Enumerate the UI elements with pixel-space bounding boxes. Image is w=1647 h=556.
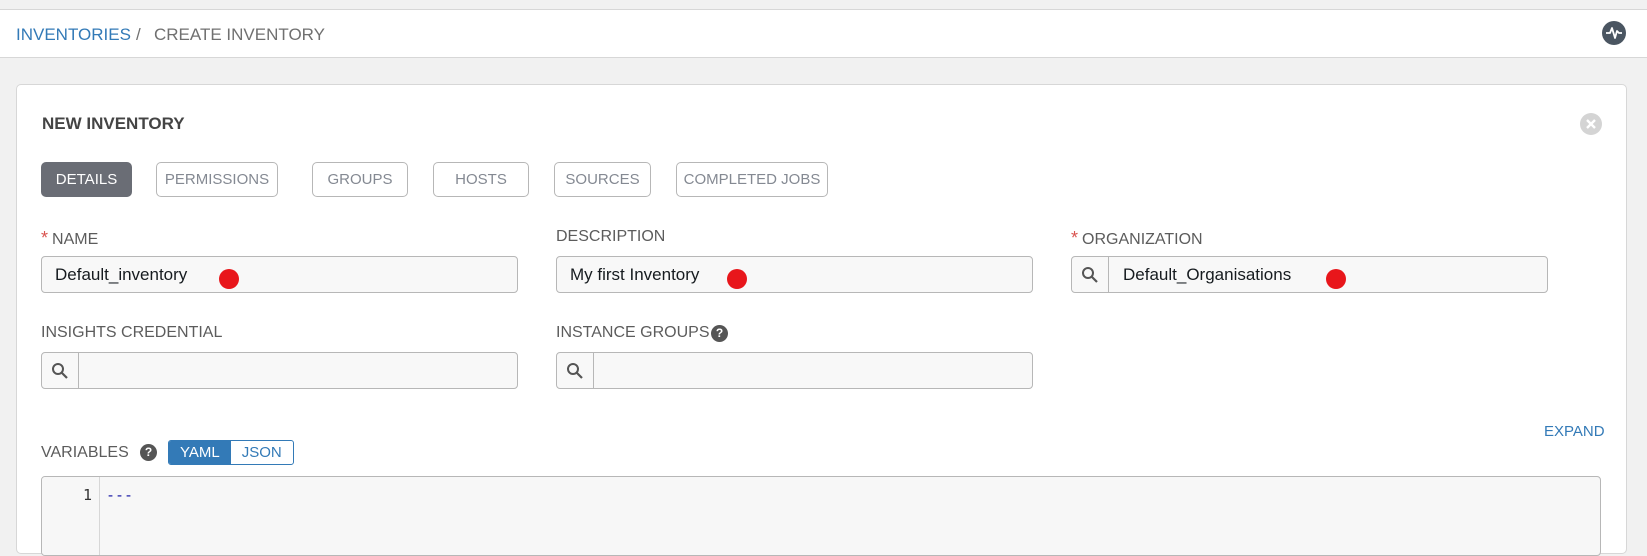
name-label-text: NAME: [52, 231, 99, 248]
tab-hosts[interactable]: HOSTS: [433, 162, 529, 197]
instance-groups-lookup-button[interactable]: [557, 353, 594, 388]
help-icon[interactable]: ?: [140, 444, 157, 461]
instance-groups-field[interactable]: [556, 352, 1033, 389]
organization-value: Default_Organisations: [1123, 265, 1292, 284]
organization-field[interactable]: Default_Organisations: [1071, 256, 1548, 293]
top-bar: INVENTORIES / CREATE INVENTORY: [0, 9, 1647, 58]
tab-groups[interactable]: GROUPS: [312, 162, 408, 197]
breadcrumb-current: CREATE INVENTORY: [154, 25, 325, 44]
variables-code-editor[interactable]: 1 ---: [41, 476, 1601, 556]
insights-credential-field[interactable]: [41, 352, 518, 389]
new-inventory-panel: NEW INVENTORY DETAILS PERMISSIONS GROUPS…: [16, 84, 1627, 556]
tab-sources[interactable]: SOURCES: [554, 162, 651, 197]
variables-label: VARIABLES: [41, 444, 129, 461]
name-value: Default_inventory: [55, 265, 188, 284]
organization-label: * ORGANIZATION: [1071, 228, 1203, 249]
breadcrumb-separator: /: [136, 25, 141, 44]
required-indicator: *: [41, 228, 49, 248]
yaml-toggle-button[interactable]: YAML: [169, 441, 231, 464]
close-icon[interactable]: [1580, 113, 1602, 135]
annotation-marker: [1326, 269, 1346, 289]
expand-link[interactable]: EXPAND: [1544, 423, 1605, 440]
organization-label-text: ORGANIZATION: [1082, 231, 1203, 248]
description-value: My first Inventory: [570, 265, 700, 284]
editor-gutter: 1: [42, 477, 100, 555]
name-field[interactable]: Default_inventory: [41, 256, 518, 293]
required-indicator: *: [1071, 228, 1079, 248]
search-icon: [567, 363, 583, 379]
tab-completed-jobs[interactable]: COMPLETED JOBS: [676, 162, 828, 197]
variables-format-toggle: YAML JSON: [168, 440, 294, 465]
breadcrumb-inventories-link[interactable]: INVENTORIES: [16, 25, 131, 45]
activity-stream-icon[interactable]: [1602, 21, 1626, 45]
annotation-marker: [219, 269, 239, 289]
insights-credential-lookup-button[interactable]: [42, 353, 79, 388]
description-field[interactable]: My first Inventory: [556, 256, 1033, 293]
editor-content[interactable]: ---: [106, 486, 133, 504]
organization-lookup-button[interactable]: [1072, 257, 1109, 292]
insights-credential-label: INSIGHTS CREDENTIAL: [41, 324, 223, 341]
tab-details[interactable]: DETAILS: [41, 162, 132, 197]
line-number: 1: [82, 486, 92, 504]
description-label: DESCRIPTION: [556, 228, 666, 245]
panel-title: NEW INVENTORY: [42, 114, 185, 133]
search-icon: [52, 363, 68, 379]
search-icon: [1082, 267, 1098, 283]
name-label: * NAME: [41, 228, 98, 249]
help-icon[interactable]: ?: [711, 325, 728, 342]
annotation-marker: [727, 269, 747, 289]
json-toggle-button[interactable]: JSON: [231, 441, 293, 464]
tab-permissions[interactable]: PERMISSIONS: [156, 162, 278, 197]
instance-groups-label: INSTANCE GROUPS: [556, 324, 710, 341]
